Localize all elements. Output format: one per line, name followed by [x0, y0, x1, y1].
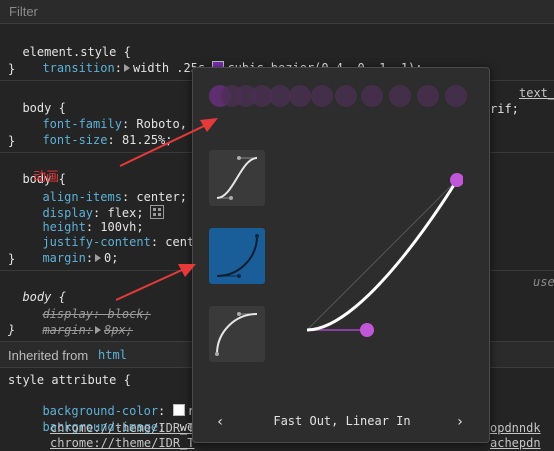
rule-close-brace: }	[8, 134, 16, 148]
filter-bar[interactable]: Filter	[0, 0, 554, 24]
property-name[interactable]: transition	[42, 61, 114, 75]
preview-dot	[361, 85, 383, 107]
rule-close-brace: }	[8, 323, 16, 337]
inherited-label: Inherited from	[8, 348, 89, 363]
rule-close-brace: }	[8, 252, 16, 266]
theme-url-link[interactable]: chrome://theme/IDR_T	[50, 436, 195, 451]
preset-name-label: Fast Out, Linear In	[273, 414, 411, 428]
chevron-right-icon[interactable]: ›	[451, 413, 469, 431]
preview-dot	[311, 85, 333, 107]
rule-body3-decl: margin: 8px;	[42, 323, 133, 337]
ease-in-out-curve-icon	[216, 156, 258, 200]
flexbox-editor-icon[interactable]	[149, 205, 164, 219]
rule-close-brace: }	[8, 62, 16, 76]
preview-dot	[389, 85, 411, 107]
rule-body1-source-link[interactable]: text_	[519, 86, 554, 101]
preview-dot	[289, 85, 311, 107]
theme-url-link-tail[interactable]: opdnndk	[490, 421, 541, 436]
linear-reference-line	[306, 179, 458, 331]
theme-url-link-tail[interactable]: achepdn	[490, 436, 541, 451]
bezier-curve-editor[interactable]	[303, 168, 463, 348]
preview-dot	[269, 85, 291, 107]
preset-ease-out[interactable]	[209, 306, 265, 362]
chevron-left-icon[interactable]: ‹	[211, 413, 229, 431]
style-attribute-selector: style attribute {	[8, 373, 131, 387]
filter-input[interactable]: Filter	[9, 4, 38, 19]
animation-preview	[209, 85, 471, 107]
ease-out-curve-icon	[215, 312, 258, 356]
rule-body3-source: use	[533, 275, 554, 289]
bezier-editor-popover[interactable]: ‹ Fast Out, Linear In ›	[192, 67, 490, 443]
rule-body2-decl[interactable]: margin: 0;	[28, 236, 118, 266]
expand-triangle-icon[interactable]	[95, 254, 102, 262]
expand-triangle-icon[interactable]	[95, 326, 102, 334]
rule-body1-decl-tail: rif;	[490, 102, 519, 116]
theme-url-link[interactable]: chrome://theme/IDR_T	[50, 421, 195, 436]
preview-dot	[335, 85, 357, 107]
rule-body1-decl[interactable]: font-size: 81.25%;	[28, 118, 172, 148]
preview-dot	[445, 85, 467, 107]
ease-in-curve-icon	[216, 234, 259, 278]
control-point-1-handle[interactable]	[360, 323, 374, 337]
preview-dot	[417, 85, 439, 107]
preset-ease-in-selected[interactable]	[209, 228, 265, 284]
preset-ease-in-out[interactable]	[209, 150, 265, 206]
inherited-tag-link[interactable]: html	[98, 348, 127, 362]
expand-triangle-icon[interactable]	[123, 64, 130, 72]
